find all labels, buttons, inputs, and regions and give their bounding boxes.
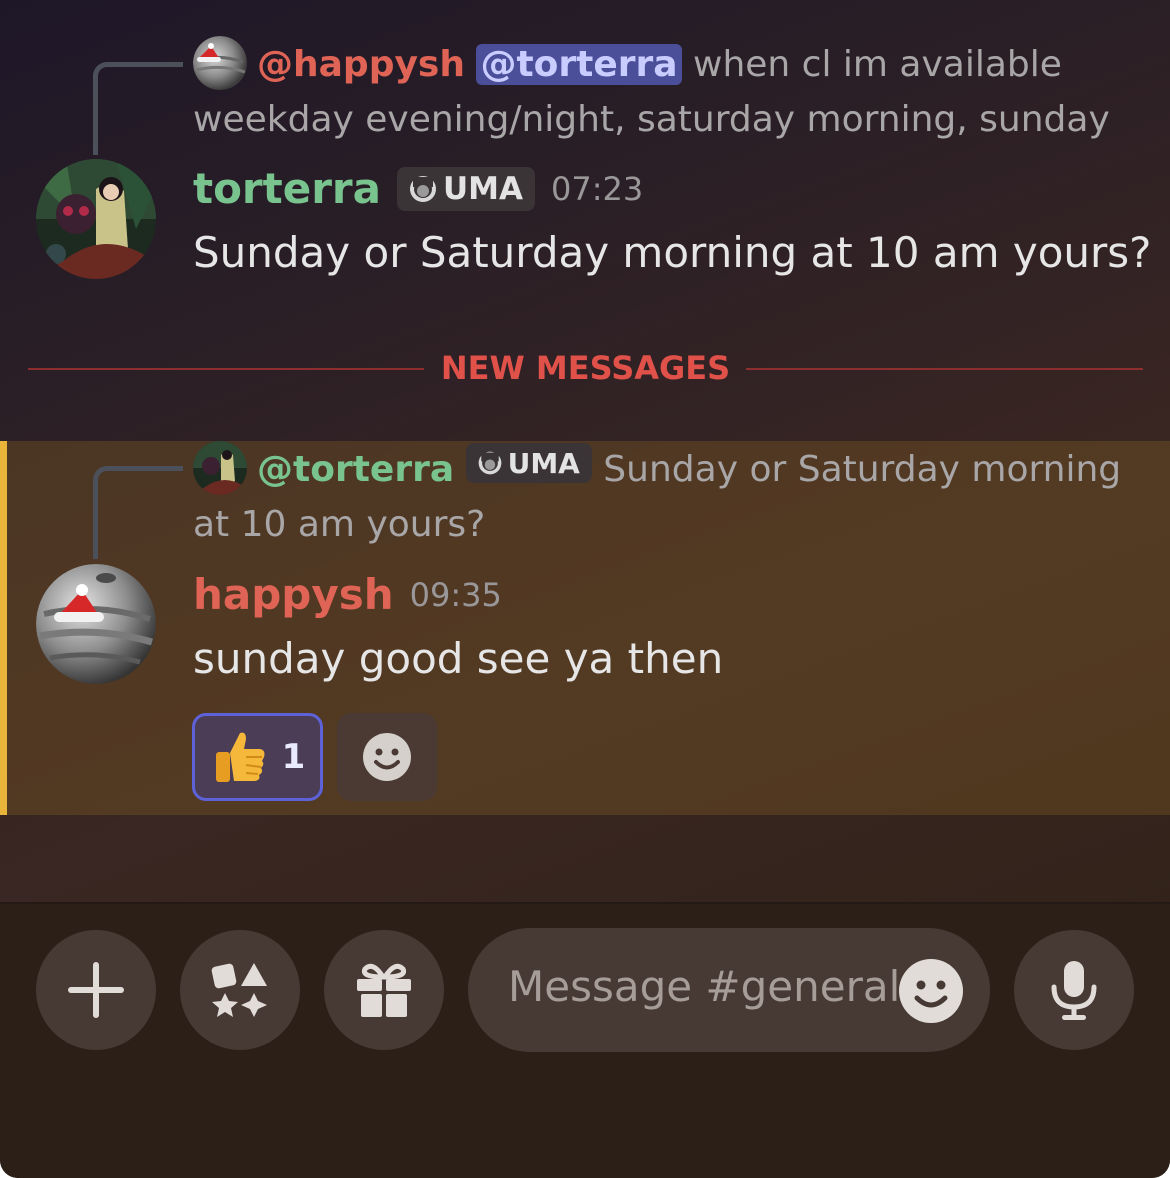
attach-button[interactable] [36, 930, 156, 1050]
happysh-avatar[interactable] [36, 564, 156, 684]
clan-tag[interactable]: UMA [465, 443, 592, 483]
reply-connector [93, 466, 183, 559]
smiley-icon [363, 733, 411, 781]
thumbs-up-emoji [210, 727, 270, 787]
clan-tag-label: UMA [442, 170, 523, 207]
message-header: happysh 09:35 [193, 570, 502, 619]
author-name[interactable]: torterra [193, 164, 381, 213]
clan-tag-label: UMA [507, 446, 580, 480]
plus-icon [68, 962, 124, 1018]
add-reaction-button[interactable] [337, 713, 437, 801]
torterra-avatar[interactable] [36, 159, 156, 279]
reply-snippet-line2: at 10 am yours? [193, 504, 486, 545]
divider-line-right [746, 368, 1143, 370]
thumbs-up-reaction[interactable]: 1 [192, 713, 323, 801]
reply-snippet-line1: Sunday or Saturday morning [591, 449, 1122, 490]
happysh-mini-avatar [193, 36, 247, 90]
emoji-picker-icon[interactable] [898, 958, 964, 1024]
clan-tag-icon [409, 175, 436, 202]
clan-tag-icon [478, 451, 501, 475]
timestamp: 09:35 [409, 575, 502, 614]
message-placeholder: Message #general [508, 962, 901, 1011]
reply-snippet-line1: when cl im available [681, 44, 1062, 85]
voice-message-button[interactable] [1014, 930, 1134, 1050]
microphone-icon [1051, 961, 1097, 1020]
message-header: torterra UMA 07:23 [193, 164, 643, 213]
torterra-mini-avatar [193, 441, 247, 495]
mention-chip[interactable]: @torterra [476, 44, 682, 85]
apps-icon [211, 963, 267, 1017]
reply-author[interactable]: @torterra [257, 449, 454, 490]
reply-connector [93, 62, 183, 155]
reaction-count: 1 [281, 737, 306, 777]
new-messages-divider: NEW MESSAGES [28, 345, 1143, 395]
apps-button[interactable] [180, 930, 300, 1050]
message-content: Sunday or Saturday morning at 10 am your… [193, 228, 1152, 277]
message-input[interactable]: Message #general [468, 928, 990, 1052]
gift-button[interactable] [324, 930, 444, 1050]
timestamp: 07:23 [551, 169, 644, 208]
gift-icon [357, 963, 411, 1017]
message-content: sunday good see ya then [193, 634, 724, 683]
chat-screen: @happysh @torterra when cl im available … [0, 0, 1170, 1178]
author-name[interactable]: happysh [193, 570, 394, 619]
reply-author[interactable]: @happysh [257, 44, 465, 85]
reply-preview[interactable]: @torterra UMA Sunday or Saturday morning… [193, 441, 1143, 552]
clan-tag[interactable]: UMA [396, 166, 535, 211]
